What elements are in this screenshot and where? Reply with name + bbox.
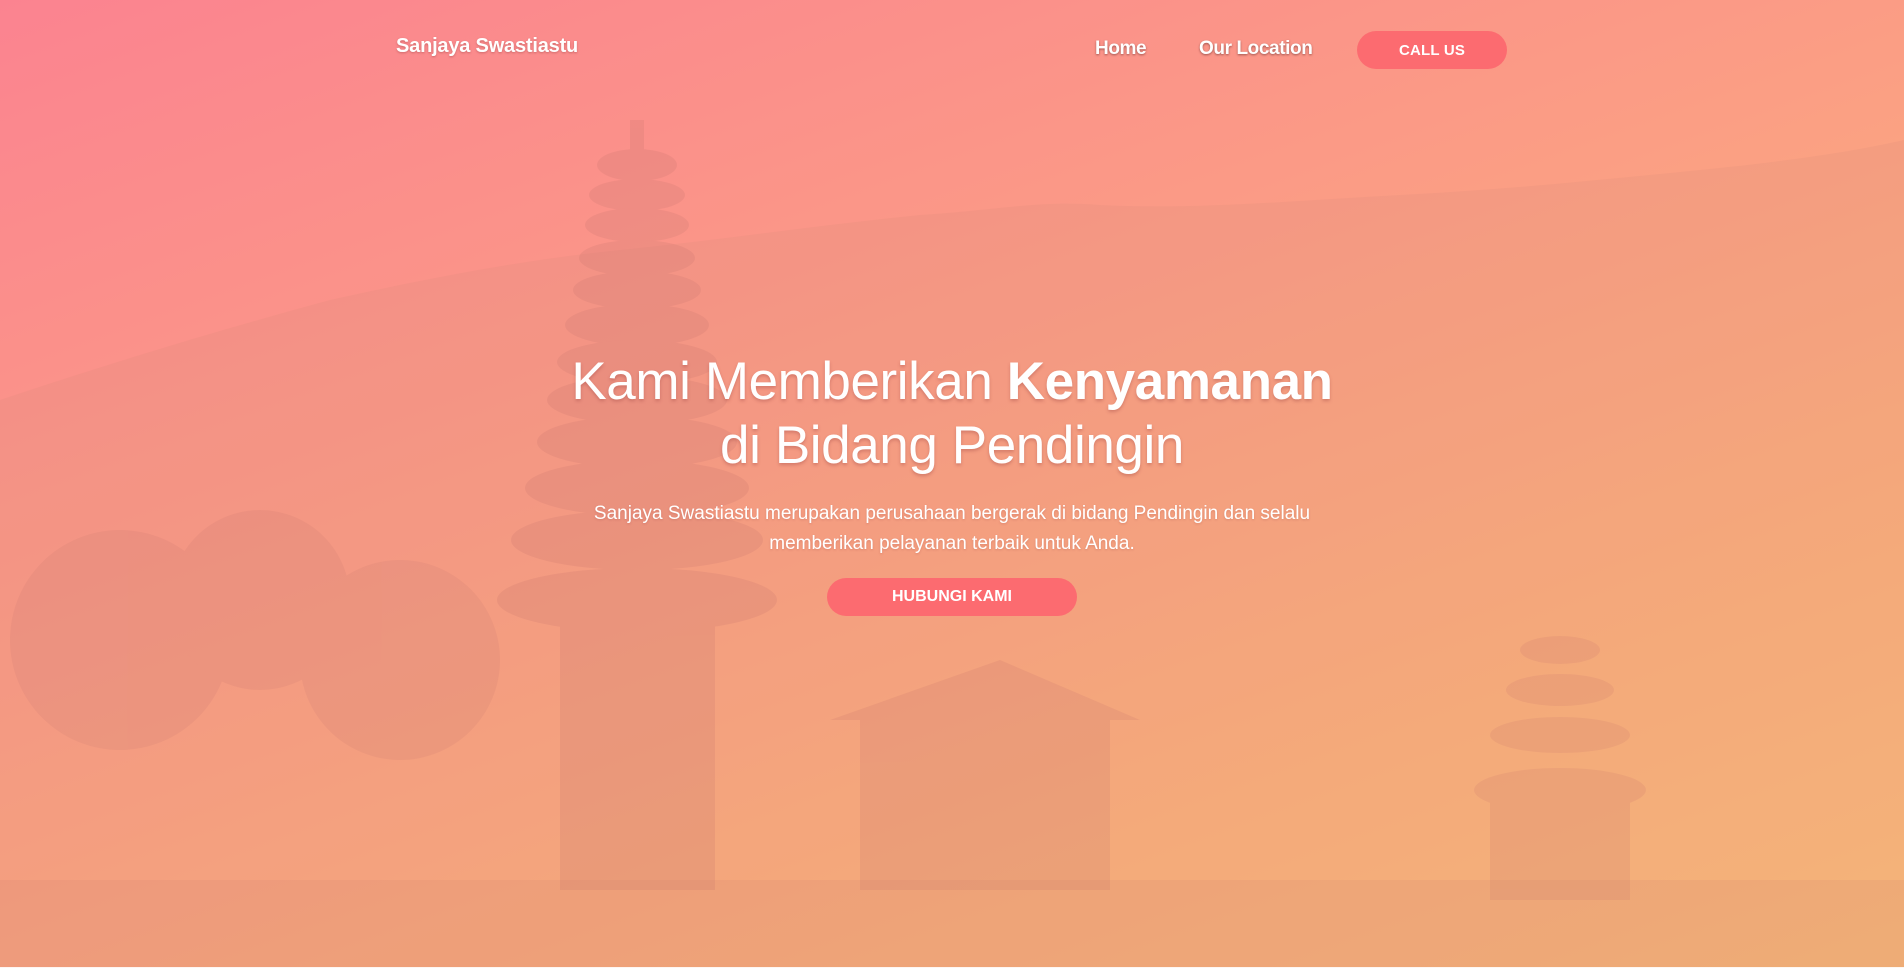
hero-subtitle: Sanjaya Swastiastu merupakan perusahaan … <box>552 499 1352 559</box>
subtitle-line1: Sanjaya Swastiastu merupakan perusahaan … <box>593 503 1311 524</box>
subtitle-line2: memberikan pelayanan terbaik untuk Anda. <box>769 533 1135 554</box>
call-us-button[interactable]: CALL US <box>1357 31 1507 69</box>
nav-link-our-location[interactable]: Our Location <box>1199 38 1313 60</box>
headline-line2-text: di Bidang Pendingin <box>720 416 1184 475</box>
brand-logo-text[interactable]: Sanjaya Swastiastu <box>396 35 578 58</box>
hero-headline: Kami Memberikan Kenyamanan di Bidang Pen… <box>452 350 1452 478</box>
background-temple-scene <box>0 120 1904 968</box>
hubungi-kami-button[interactable]: HUBUNGI KAMI <box>827 578 1077 616</box>
headline-bold-text: Kenyamanan <box>1006 352 1333 411</box>
navbar: Sanjaya Swastiastu Home Our Location CAL… <box>0 0 1904 100</box>
hero-section: Sanjaya Swastiastu Home Our Location CAL… <box>0 0 1904 968</box>
headline-regular-text: Kami Memberikan <box>571 352 1007 411</box>
nav-link-home[interactable]: Home <box>1095 38 1147 60</box>
